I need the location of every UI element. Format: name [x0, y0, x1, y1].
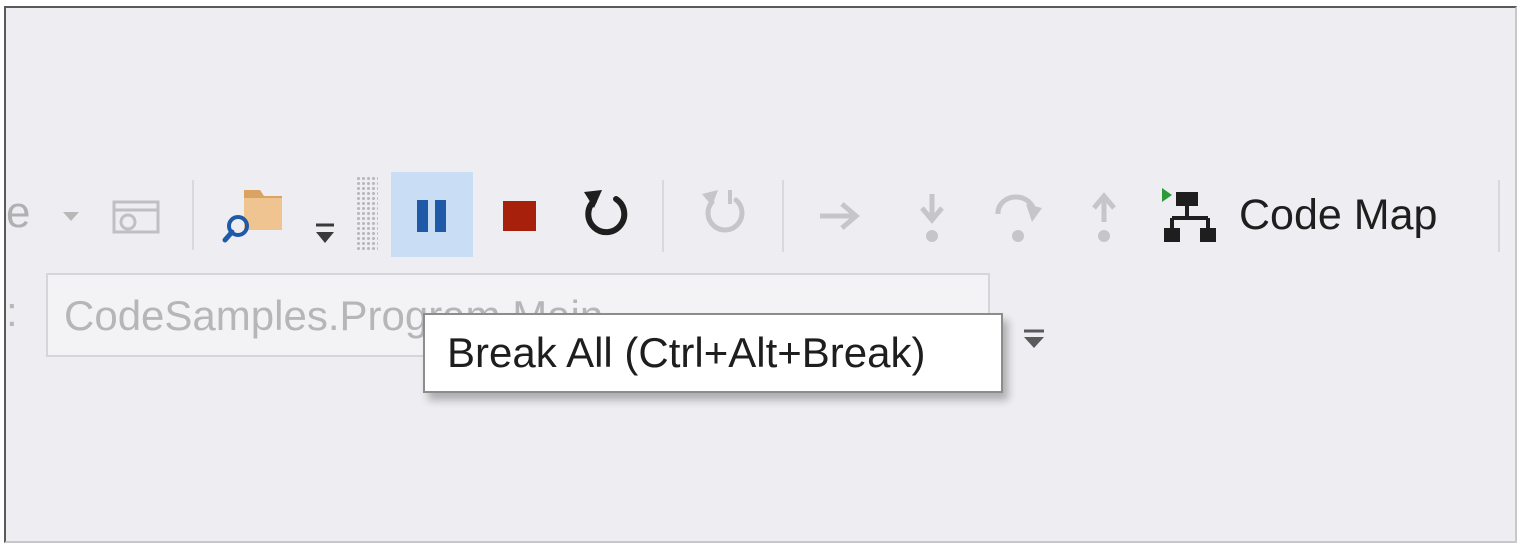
location-label-colon: :: [6, 288, 18, 335]
toolbar-separator: [192, 180, 194, 250]
break-all-icon: [417, 200, 428, 232]
dropdown-arrow-icon[interactable]: [60, 208, 82, 224]
combo-overflow-icon[interactable]: [1020, 326, 1048, 356]
toolbar-separator: [1498, 180, 1500, 252]
restart-icon[interactable]: [578, 186, 634, 244]
code-map-icon: [1162, 188, 1216, 242]
step-over-icon[interactable]: [990, 190, 1046, 248]
toolbar-grip[interactable]: [356, 176, 378, 250]
show-next-statement-icon[interactable]: [814, 198, 864, 234]
toolbar-separator: [782, 180, 784, 252]
find-folder-icon[interactable]: [222, 184, 288, 246]
tooltip-text: Break All (Ctrl+Alt+Break): [447, 329, 926, 376]
step-out-icon[interactable]: [1086, 190, 1122, 248]
break-all-tooltip: Break All (Ctrl+Alt+Break): [423, 313, 1003, 393]
stop-debugging-icon[interactable]: [503, 201, 536, 231]
ide-window: e Code Map: CodeSamples.Program.Main Br…: [4, 6, 1517, 543]
step-into-icon[interactable]: [914, 190, 950, 248]
attach-process-icon[interactable]: [108, 198, 164, 238]
toolbar-overflow-icon[interactable]: [312, 220, 338, 250]
toolbar-partial-label: e: [6, 188, 31, 237]
apply-code-changes-icon[interactable]: [694, 184, 752, 244]
toolbar-separator: [662, 180, 664, 252]
break-all-icon-bar: [435, 200, 446, 232]
break-all-button[interactable]: [391, 172, 473, 257]
code-map-label: Code Map: [1239, 191, 1438, 239]
